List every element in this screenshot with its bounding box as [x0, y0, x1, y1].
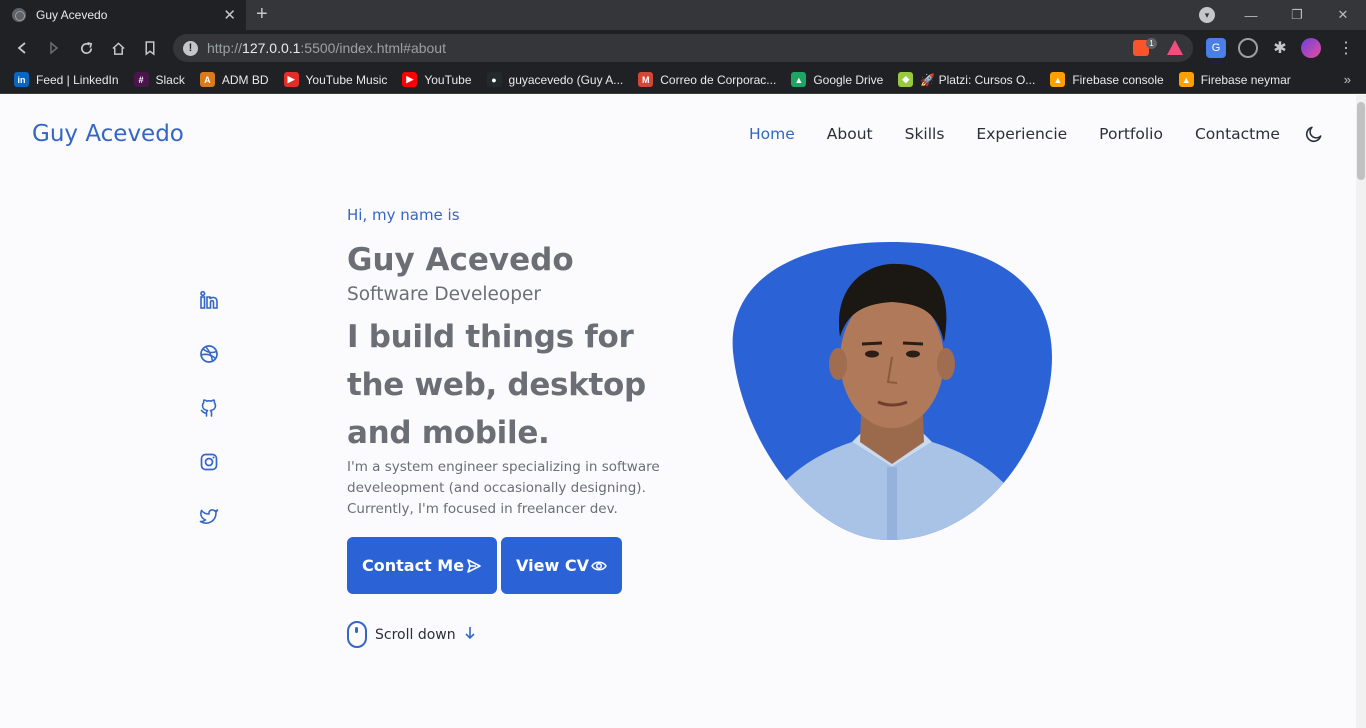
close-window-icon[interactable]: ✕	[1320, 7, 1366, 23]
nav-experiencie[interactable]: Experiencie	[976, 125, 1067, 143]
greeting: Hi, my name is	[347, 206, 460, 224]
bookmark-favicon-icon: M	[638, 72, 654, 87]
bookmark-favicon-icon: ▶	[402, 72, 418, 87]
extensions-puzzle-icon[interactable]: ✱	[1270, 38, 1290, 58]
bookmark-label: Slack	[155, 72, 185, 87]
bookmark-item[interactable]: M Correo de Corporac...	[638, 72, 776, 87]
scroll-down-link[interactable]: Scroll down	[347, 621, 687, 648]
nav-contactme[interactable]: Contactme	[1195, 125, 1280, 143]
bookmark-label: YouTube Music	[305, 72, 388, 87]
nav-about[interactable]: About	[827, 125, 873, 143]
nav-home[interactable]: Home	[749, 125, 795, 143]
back-icon[interactable]	[6, 30, 38, 66]
bookmark-item[interactable]: ▶ YouTube Music	[283, 72, 388, 87]
bookmark-favicon-icon: in	[14, 72, 29, 87]
bookmark-favicon-icon: ●	[486, 72, 502, 87]
bookmark-label: YouTube	[424, 72, 472, 87]
forward-icon[interactable]	[38, 30, 70, 66]
bookmark-favicon-icon: A	[199, 72, 215, 87]
bookmark-item[interactable]: ▶ YouTube	[402, 72, 472, 87]
bookmark-favicon-icon: ▶	[283, 72, 299, 87]
tab-search-icon[interactable]: ▾	[1199, 7, 1215, 23]
tab-close-icon[interactable]: ✕	[223, 8, 236, 23]
scrollbar-thumb[interactable]	[1357, 102, 1365, 180]
bookmarks-bar: in Feed | LinkedIn # Slack A ADM BD ▶ YouTube M…	[0, 66, 1366, 94]
view-cv-label: View CV	[516, 556, 589, 575]
bookmark-favicon-icon: ▲	[791, 72, 807, 87]
globe-icon	[12, 8, 26, 22]
main-nav: Home About Skills Experiencie Portfolio …	[749, 125, 1312, 143]
bookmark-label: Firebase console	[1072, 72, 1164, 87]
profile-avatar[interactable]	[1301, 38, 1321, 58]
bookmark-label: Google Drive	[813, 72, 884, 87]
vpn-extension-icon[interactable]	[1238, 38, 1258, 58]
active-tab[interactable]: Guy Acevedo ✕	[0, 0, 246, 30]
bookmark-label: Feed | LinkedIn	[36, 72, 119, 87]
bookmark-item[interactable]: ◆ 🚀 Platzi: Cursos O...	[898, 72, 1035, 87]
restore-icon[interactable]: ❐	[1274, 7, 1320, 23]
bookmark-label: Correo de Corporac...	[660, 72, 777, 87]
bookmark-favicon-icon: ▲	[1178, 72, 1194, 87]
site-logo[interactable]: Guy Acevedo	[32, 121, 184, 147]
profile-photo	[732, 242, 1052, 541]
bookmark-favicon-icon: ◆	[898, 72, 914, 87]
nav-skills[interactable]: Skills	[905, 125, 945, 143]
nav-portfolio[interactable]: Portfolio	[1099, 125, 1163, 143]
bookmark-icon[interactable]	[134, 30, 166, 66]
page-scrollbar[interactable]	[1356, 95, 1366, 728]
reload-icon[interactable]	[70, 30, 102, 66]
moon-icon[interactable]	[1304, 124, 1324, 144]
bookmarks-overflow-icon[interactable]: »	[1344, 72, 1351, 87]
brave-rewards-icon[interactable]	[1167, 40, 1183, 55]
hero-description: I'm a system engineer specializing in so…	[347, 459, 660, 517]
menu-icon[interactable]: ⋮	[1336, 38, 1356, 58]
dribbble-icon[interactable]	[197, 342, 221, 366]
minimize-icon[interactable]: —	[1228, 8, 1274, 23]
browser-toolbar: ! http://127.0.0.1:5500/index.html#about…	[0, 30, 1366, 66]
send-icon	[467, 558, 481, 573]
tab-title: Guy Acevedo	[36, 8, 108, 22]
bookmark-item[interactable]: in Feed | LinkedIn	[14, 72, 119, 87]
contact-me-label: Contact Me	[362, 556, 465, 575]
window-controls: — ❐ ✕	[1228, 0, 1366, 30]
address-bar[interactable]: ! http://127.0.0.1:5500/index.html#about…	[173, 34, 1193, 62]
hero-role: Software Develeoper	[347, 284, 541, 305]
bookmark-favicon-icon: #	[133, 72, 149, 87]
bookmark-label: Firebase neymar	[1200, 72, 1291, 87]
hero-section: Hi, my name is Guy Acevedo Software Deve…	[347, 206, 687, 648]
bookmark-item[interactable]: # Slack	[133, 72, 185, 87]
view-cv-button[interactable]: View CV	[501, 537, 622, 594]
bookmark-item[interactable]: ● guyacevedo (Guy A...	[486, 72, 624, 87]
tab-strip: Guy Acevedo ✕ + ▾ — ❐ ✕	[0, 0, 1366, 30]
linkedin-icon[interactable]	[197, 288, 221, 312]
bookmark-label: ADM BD	[221, 72, 269, 87]
github-icon[interactable]	[197, 396, 221, 420]
info-icon[interactable]: !	[183, 40, 198, 56]
translate-extension-icon[interactable]: G	[1206, 38, 1226, 58]
new-tab-button[interactable]: +	[256, 3, 268, 25]
bookmark-label: 🚀 Platzi: Cursos O...	[920, 72, 1036, 87]
hero-buttons: Contact Me View CV	[347, 537, 687, 594]
eye-icon	[591, 561, 607, 570]
home-icon[interactable]	[102, 30, 134, 66]
social-links	[197, 288, 221, 558]
contact-me-button[interactable]: Contact Me	[347, 537, 498, 594]
shields-count-badge: 1	[1146, 38, 1157, 49]
bookmark-favicon-icon: ▲	[1050, 72, 1066, 87]
bookmark-item[interactable]: A ADM BD	[199, 72, 269, 87]
arrow-down-icon	[464, 626, 476, 644]
twitter-icon[interactable]	[197, 504, 221, 528]
scroll-down-label: Scroll down	[375, 626, 456, 643]
bookmark-item[interactable]: ▲ Firebase console	[1050, 72, 1164, 87]
hero-name: Guy Acevedo	[347, 242, 574, 278]
url-text: http://127.0.0.1:5500/index.html#about	[207, 40, 446, 56]
bookmark-label: guyacevedo (Guy A...	[508, 72, 624, 87]
portfolio-page: Guy Acevedo Home About Skills Experienci…	[0, 95, 1356, 728]
bookmark-item[interactable]: ▲ Firebase neymar	[1178, 72, 1291, 87]
bookmark-item[interactable]: ▲ Google Drive	[791, 72, 883, 87]
mouse-icon	[347, 621, 367, 648]
hero-headline: I build things for the web, desktop and …	[347, 319, 646, 451]
instagram-icon[interactable]	[197, 450, 221, 474]
